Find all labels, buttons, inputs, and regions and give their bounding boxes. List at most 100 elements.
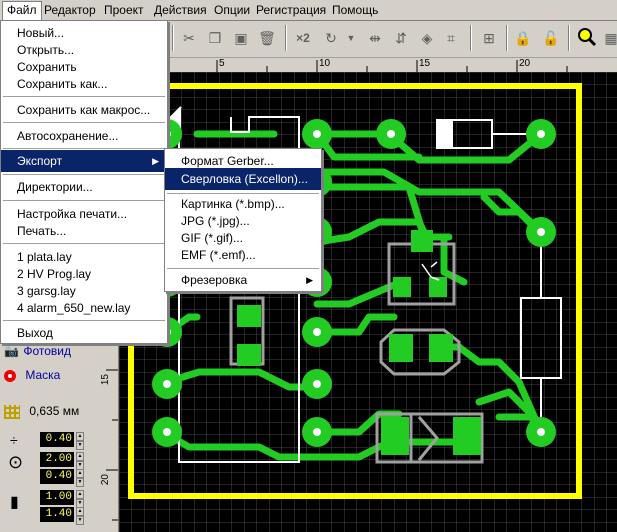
smd-width-value[interactable]: 1.00 [40, 490, 74, 505]
menu-item-label: Сверловка (Excellon)... [181, 172, 308, 186]
mask-toggle[interactable]: Маска [4, 366, 60, 384]
board-icon[interactable]: ▦ [600, 27, 617, 49]
submenu-arrow-icon: ▶ [306, 275, 313, 285]
grid-size-label: 0,635 мм [29, 404, 80, 418]
menu-item-label: Сохранить как макрос... [17, 103, 151, 117]
menu-item-label: Сохранить как... [17, 77, 108, 91]
pad-size-icon: ⊙ [8, 452, 24, 472]
grid-size-selector[interactable]: 0,635 мм [4, 402, 79, 420]
file-menu: Новый... Открыть... Сохранить Сохранить … [0, 20, 168, 344]
menu-item-label: EMF (*.emf)... [181, 248, 256, 262]
lock-icon[interactable]: 🔒 [512, 27, 534, 49]
toolbar-separator [470, 25, 472, 51]
align-icon[interactable]: ◈ [416, 27, 438, 49]
ruler-label: 20 [519, 58, 531, 69]
diode-band [437, 120, 453, 148]
smd-height-stepper[interactable]: ▲ ▼ [76, 507, 84, 525]
pad-diameter-value[interactable]: 2.00 [40, 452, 74, 467]
zoom-icon[interactable] [576, 27, 598, 49]
ruler-label: 15 [100, 374, 111, 386]
rotate-icon[interactable]: ↻ [320, 27, 342, 49]
smd-height-value[interactable]: 1.40 [40, 507, 74, 522]
menu-options[interactable]: Опции [210, 2, 254, 18]
menubar: Файл Редактор Проект Действия Опции Реги… [0, 0, 617, 21]
submenu-arrow-icon: ▶ [152, 156, 159, 166]
menu-file[interactable]: Файл [2, 1, 42, 20]
paste-icon[interactable]: ▣ [230, 27, 252, 49]
smd-width-stepper[interactable]: ▲ ▼ [76, 490, 84, 508]
menu-item-label: Печать... [17, 224, 67, 238]
export-submenu: Формат Gerber... Сверловка (Excellon)...… [164, 148, 322, 292]
menu-separator [3, 243, 165, 245]
track-width-stepper[interactable]: ▲ ▼ [76, 432, 84, 450]
menu-item-label: Экспорт [17, 154, 63, 168]
delete-icon[interactable]: 🗑 [256, 27, 278, 49]
menu-registration[interactable]: Регистрация [252, 2, 330, 18]
menu-separator [3, 96, 165, 98]
ruler-label: 10 [319, 58, 331, 69]
toolbar-separator [506, 25, 508, 51]
submenu-item-emf[interactable]: EMF (*.emf)... [165, 244, 321, 266]
menu-actions-label: Действия [154, 3, 207, 17]
menu-item-label: Автосохранение... [17, 129, 119, 143]
menu-item-label: Выход [17, 326, 53, 340]
menu-item-print[interactable]: Печать... [1, 220, 167, 242]
duplicate-x2-label: ×2 [296, 31, 310, 45]
mirror-horizontal-icon[interactable]: ⇹ [364, 27, 386, 49]
menu-item-exit[interactable]: Выход [1, 322, 167, 344]
menu-separator [3, 122, 165, 124]
menu-editor[interactable]: Редактор [40, 2, 100, 18]
unlock-icon[interactable]: 🔓 [540, 27, 562, 49]
menu-item-directories[interactable]: Директории... [1, 176, 167, 198]
ruler-label: 20 [100, 474, 111, 486]
menu-registration-label: Регистрация [256, 3, 327, 17]
menu-options-label: Опции [214, 3, 251, 17]
pcb-canvas[interactable] [119, 72, 617, 532]
menu-item-recent-4[interactable]: 4 alarm_650_new.lay [1, 297, 167, 319]
menu-help[interactable]: Помощь [328, 2, 382, 18]
photo-view-label: Фотовид [23, 344, 71, 358]
layer-icon[interactable]: ⌗ [440, 27, 462, 49]
menu-editor-label: Редактор [44, 3, 96, 17]
menu-item-save-as[interactable]: Сохранить как... [1, 73, 167, 95]
camera-icon: 📷 [4, 344, 19, 358]
horizontal-ruler: 5 10 15 20 [118, 58, 617, 73]
menu-file-label: Файл [7, 3, 37, 17]
track-width-icon: ÷ [10, 432, 18, 448]
smd-pad-icon: ▮ [10, 494, 19, 511]
toolbar-separator [172, 25, 174, 51]
toolbar-separator [568, 25, 570, 51]
menu-item-label: Фрезеровка [181, 273, 248, 287]
pad-hole-value[interactable]: 0.40 [40, 469, 74, 484]
ruler-label: 15 [419, 58, 431, 69]
pad-diameter-stepper[interactable]: ▲ ▼ [76, 452, 84, 470]
copy-icon[interactable]: ❐ [204, 27, 226, 49]
menu-item-autosave[interactable]: Автосохранение... [1, 125, 167, 147]
mirror-vertical-icon[interactable]: ⇵ [390, 27, 412, 49]
menu-item-export[interactable]: Экспорт ▶ [1, 150, 167, 172]
submenu-item-excellon[interactable]: Сверловка (Excellon)... [165, 168, 321, 190]
grid-icon [4, 404, 20, 419]
rotate-dropdown-icon[interactable]: ▼ [340, 27, 362, 49]
menu-actions[interactable]: Действия [150, 2, 211, 18]
menu-help-label: Помощь [332, 3, 379, 17]
menu-item-label: Директории... [17, 180, 93, 194]
ruler-label: 5 [219, 58, 225, 69]
submenu-item-milling[interactable]: Фрезеровка ▶ [165, 269, 321, 291]
track-width-value[interactable]: 0.40 [40, 432, 74, 447]
menu-item-save-as-macro[interactable]: Сохранить как макрос... [1, 99, 167, 121]
mask-icon [4, 369, 16, 382]
pcb-drawing [119, 72, 617, 532]
cut-icon[interactable]: ✂ [178, 27, 200, 49]
menu-item-label: 4 alarm_650_new.lay [17, 301, 131, 315]
menu-project-label: Проект [104, 3, 144, 17]
pad-hole-stepper[interactable]: ▲ ▼ [76, 469, 84, 487]
menu-separator [3, 200, 165, 202]
mask-label: Маска [25, 368, 61, 382]
duplicate-x2-button[interactable]: ×2 [292, 27, 314, 49]
left-panel: 📷 Фотовид Маска 0,635 мм ÷ 0.40 ▲ ▼ ⊙ 2.0… [0, 340, 97, 532]
toolbar-separator [285, 25, 287, 51]
group-icon[interactable]: ⊞ [478, 27, 500, 49]
photo-view-toggle[interactable]: 📷 Фотовид [4, 342, 71, 360]
menu-project[interactable]: Проект [100, 2, 148, 18]
